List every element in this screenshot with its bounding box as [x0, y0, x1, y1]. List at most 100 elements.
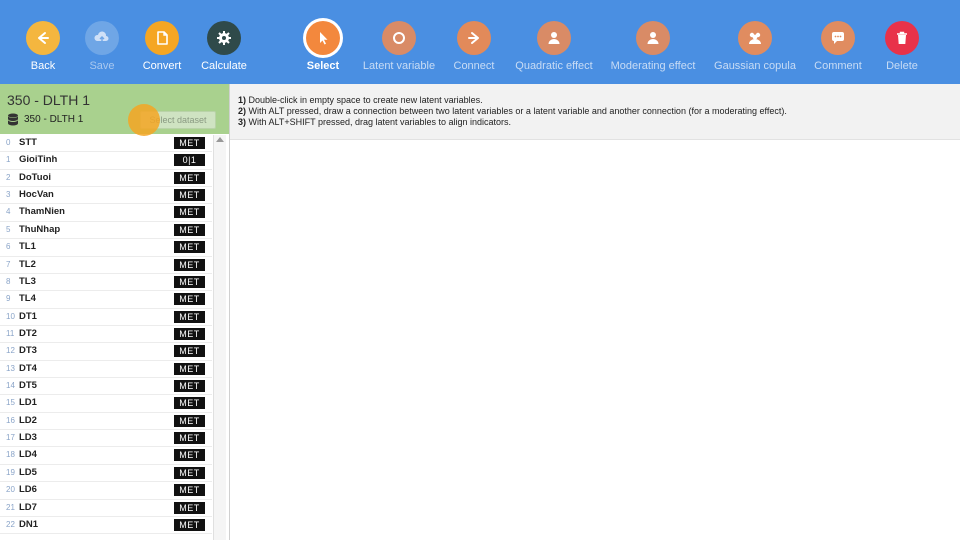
variable-name: DT4 [19, 362, 37, 374]
variable-list-scrollbar[interactable] [213, 135, 226, 540]
variable-row[interactable]: 5 ThuNhap MET [0, 222, 212, 240]
variable-index: 4 [6, 207, 11, 217]
database-icon [8, 113, 18, 126]
variable-row[interactable]: 14 DT5 MET [0, 378, 212, 396]
variable-row[interactable]: 17 LD3 MET [0, 430, 212, 448]
variable-type-badge[interactable]: MET [174, 293, 205, 306]
variable-row[interactable]: 1 GioiTinh 0|1 [0, 152, 212, 170]
variable-type-badge[interactable]: MET [174, 501, 205, 514]
delete-button[interactable]: Delete [879, 0, 925, 84]
instruction-text: Double-click in empty space to create ne… [246, 95, 483, 105]
variable-row[interactable]: 19 LD5 MET [0, 465, 212, 483]
pointer-icon [306, 21, 340, 55]
variable-row[interactable]: 6 TL1 MET [0, 239, 212, 257]
toolbar: Back Save Convert Calculate Select Laten… [0, 0, 960, 84]
variable-type-badge[interactable]: MET [174, 397, 205, 410]
variable-row[interactable]: 16 LD2 MET [0, 413, 212, 431]
moderating-effect-button[interactable]: Moderating effect [607, 0, 699, 84]
variable-row[interactable]: 12 DT3 MET [0, 343, 212, 361]
convert-label: Convert [142, 60, 182, 72]
variable-type-badge[interactable]: MET [174, 258, 205, 271]
variable-row[interactable]: 0 STT MET [0, 135, 212, 153]
variable-name: ThamNien [19, 206, 65, 218]
latent-variable-button[interactable]: Latent variable [362, 0, 436, 84]
select-label: Select [306, 60, 340, 72]
document-icon [145, 21, 179, 55]
variable-row[interactable]: 7 TL2 MET [0, 257, 212, 274]
variable-type-badge[interactable]: MET [174, 414, 205, 427]
variable-row[interactable]: 13 DT4 MET [0, 361, 212, 379]
convert-button[interactable]: Convert [137, 0, 187, 84]
save-label: Save [89, 60, 115, 72]
variable-row[interactable]: 10 DT1 MET [0, 309, 212, 326]
dataset-title: 350 - DLTH 1 [7, 92, 90, 108]
variable-name: STT [19, 137, 37, 148]
variable-type-badge[interactable]: MET [174, 241, 205, 254]
variable-type-badge[interactable]: MET [174, 310, 205, 323]
variable-row[interactable]: 3 HocVan MET [0, 187, 212, 205]
quadratic-effect-button[interactable]: Quadratic effect [512, 0, 596, 84]
variable-type-badge[interactable]: MET [174, 484, 205, 497]
click-indicator [128, 104, 160, 136]
variable-index: 15 [6, 398, 15, 408]
back-label: Back [30, 60, 56, 72]
variable-name: LD4 [19, 449, 37, 461]
connect-button[interactable]: Connect [451, 0, 497, 84]
variable-row[interactable]: 11 DT2 MET [0, 326, 212, 344]
variable-type-badge[interactable]: MET [174, 380, 205, 393]
speech-bubble-icon [821, 21, 855, 55]
variable-row[interactable]: 21 LD7 MET [0, 500, 212, 517]
variable-row[interactable]: 8 TL3 MET [0, 274, 212, 292]
instruction-number: 3) [238, 117, 247, 127]
variable-type-badge[interactable]: MET [174, 432, 205, 445]
variable-row[interactable]: 2 DoTuoi MET [0, 170, 212, 188]
instruction-number: 1) [238, 95, 247, 105]
scroll-up-icon[interactable] [216, 137, 224, 142]
variable-row[interactable]: 22 DN1 MET [0, 517, 212, 535]
save-button[interactable]: Save [79, 0, 125, 84]
variable-index: 5 [6, 224, 11, 234]
variable-type-badge[interactable]: MET [174, 137, 205, 149]
variable-name: GioiTinh [19, 154, 58, 166]
variable-index: 0 [6, 138, 11, 147]
variable-name: HocVan [19, 189, 54, 201]
variable-type-badge[interactable]: MET [174, 345, 205, 358]
comment-label: Comment [814, 60, 862, 72]
gaussian-copula-button[interactable]: Gaussian copula [711, 0, 799, 84]
variable-list: 0 STT MET 1 GioiTinh 0|1 2 DoTuoi MET 3 HocVan M… [0, 135, 212, 540]
variable-type-badge[interactable]: MET [174, 518, 205, 531]
variable-name: DT1 [19, 310, 37, 322]
variable-type-badge[interactable]: MET [174, 449, 205, 462]
variable-name: LD6 [19, 484, 37, 496]
variable-type-badge[interactable]: MET [174, 275, 205, 288]
dataset-sidebar: 350 - DLTH 1 350 - DLTH 1 Select dataset… [0, 84, 230, 540]
variable-name: TL2 [19, 258, 36, 270]
model-canvas[interactable] [230, 140, 960, 540]
variable-index: 19 [6, 467, 15, 477]
variable-type-badge[interactable]: 0|1 [174, 154, 205, 167]
variable-type-badge[interactable]: MET [174, 327, 205, 340]
variable-type-badge[interactable]: MET [174, 171, 205, 184]
variable-type-badge[interactable]: MET [174, 223, 205, 236]
variable-row[interactable]: 15 LD1 MET [0, 395, 212, 413]
variable-type-badge[interactable]: MET [174, 466, 205, 479]
group-icon [738, 21, 772, 55]
variable-name: TL3 [19, 275, 36, 287]
variable-type-badge[interactable]: MET [174, 362, 205, 375]
variable-row[interactable]: 9 TL4 MET [0, 291, 212, 309]
variable-type-badge[interactable]: MET [174, 206, 205, 219]
variable-type-badge[interactable]: MET [174, 189, 205, 202]
person-icon [636, 21, 670, 55]
select-button[interactable]: Select [300, 0, 346, 84]
variable-row[interactable]: 18 LD4 MET [0, 447, 212, 465]
variable-index: 14 [6, 381, 15, 391]
variable-row[interactable]: 4 ThamNien MET [0, 204, 212, 222]
variable-name: ThuNhap [19, 223, 61, 235]
calculate-button[interactable]: Calculate [196, 0, 252, 84]
arrow-right-icon [457, 21, 491, 55]
back-button[interactable]: Back [20, 0, 66, 84]
variable-name: LD2 [19, 414, 37, 426]
variable-row[interactable]: 20 LD6 MET [0, 482, 212, 500]
comment-button[interactable]: Comment [812, 0, 864, 84]
gaussian-copula-label: Gaussian copula [714, 60, 796, 72]
